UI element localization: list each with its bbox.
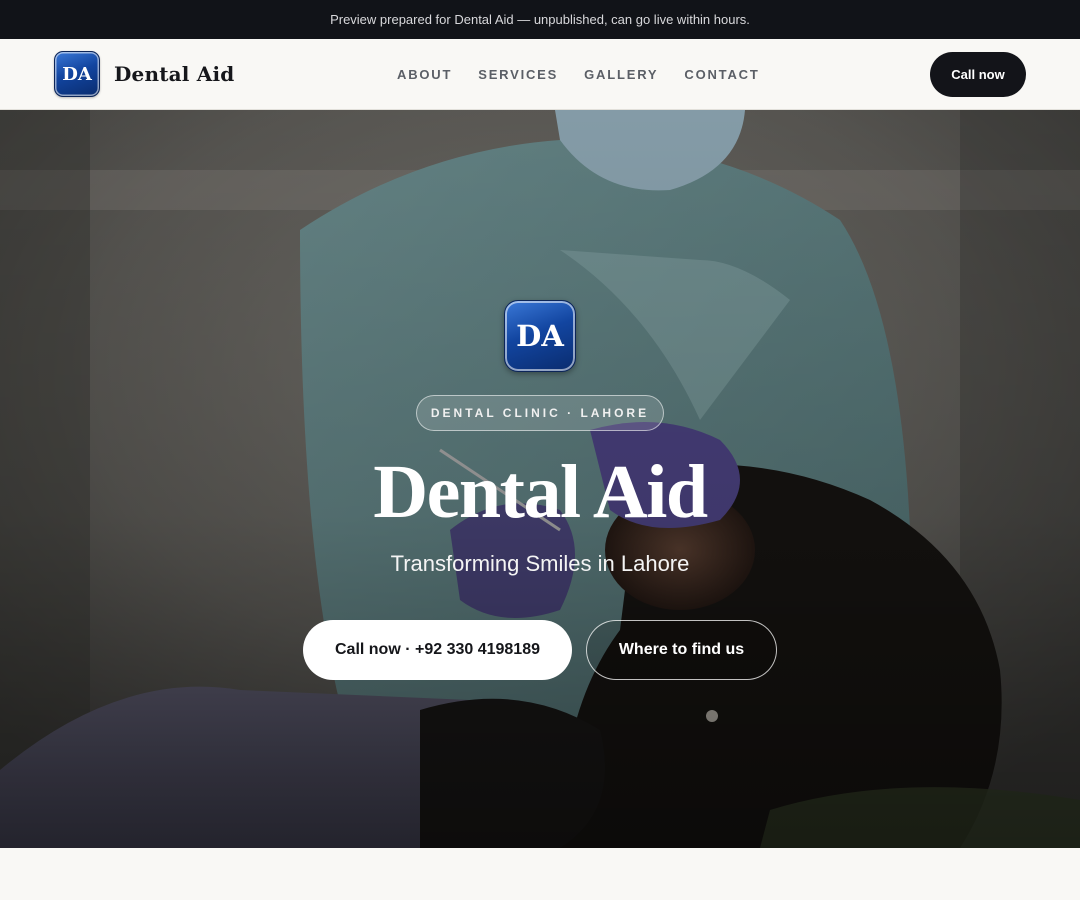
brand-logo-text: DA (62, 63, 92, 85)
announcement-text: Preview prepared for Dental Aid — unpubl… (330, 12, 750, 27)
call-phone-button[interactable]: Call now · +92 330 4198189 (303, 620, 572, 680)
main-nav: ABOUT SERVICES GALLERY CONTACT (397, 39, 786, 109)
hero-subtitle: Transforming Smiles in Lahore (390, 551, 690, 576)
hero-content: DA DENTAL CLINIC · LAHORE Dental Aid Tra… (0, 110, 1080, 848)
announcement-bar: Preview prepared for Dental Aid — unpubl… (0, 0, 1080, 39)
call-now-button[interactable]: Call now (930, 52, 1026, 97)
hero-logo: DA (504, 300, 576, 372)
site-header: DA Dental Aid ABOUT SERVICES GALLERY CON… (0, 39, 1080, 110)
location-pill: DENTAL CLINIC · LAHORE (416, 395, 664, 431)
hero-title: Dental Aid (373, 450, 708, 534)
hero-section: DA DENTAL CLINIC · LAHORE Dental Aid Tra… (0, 110, 1080, 848)
find-us-button[interactable]: Where to find us (586, 620, 777, 680)
nav-link-gallery[interactable]: GALLERY (584, 67, 658, 82)
brand-logo[interactable]: DA (54, 51, 100, 97)
nav-link-services[interactable]: SERVICES (478, 67, 558, 82)
brand-name[interactable]: Dental Aid (114, 62, 234, 86)
nav-link-about[interactable]: ABOUT (397, 67, 452, 82)
hero-logo-text: DA (516, 319, 564, 353)
nav-link-contact[interactable]: CONTACT (684, 67, 759, 82)
brand[interactable]: DA Dental Aid (54, 51, 234, 97)
